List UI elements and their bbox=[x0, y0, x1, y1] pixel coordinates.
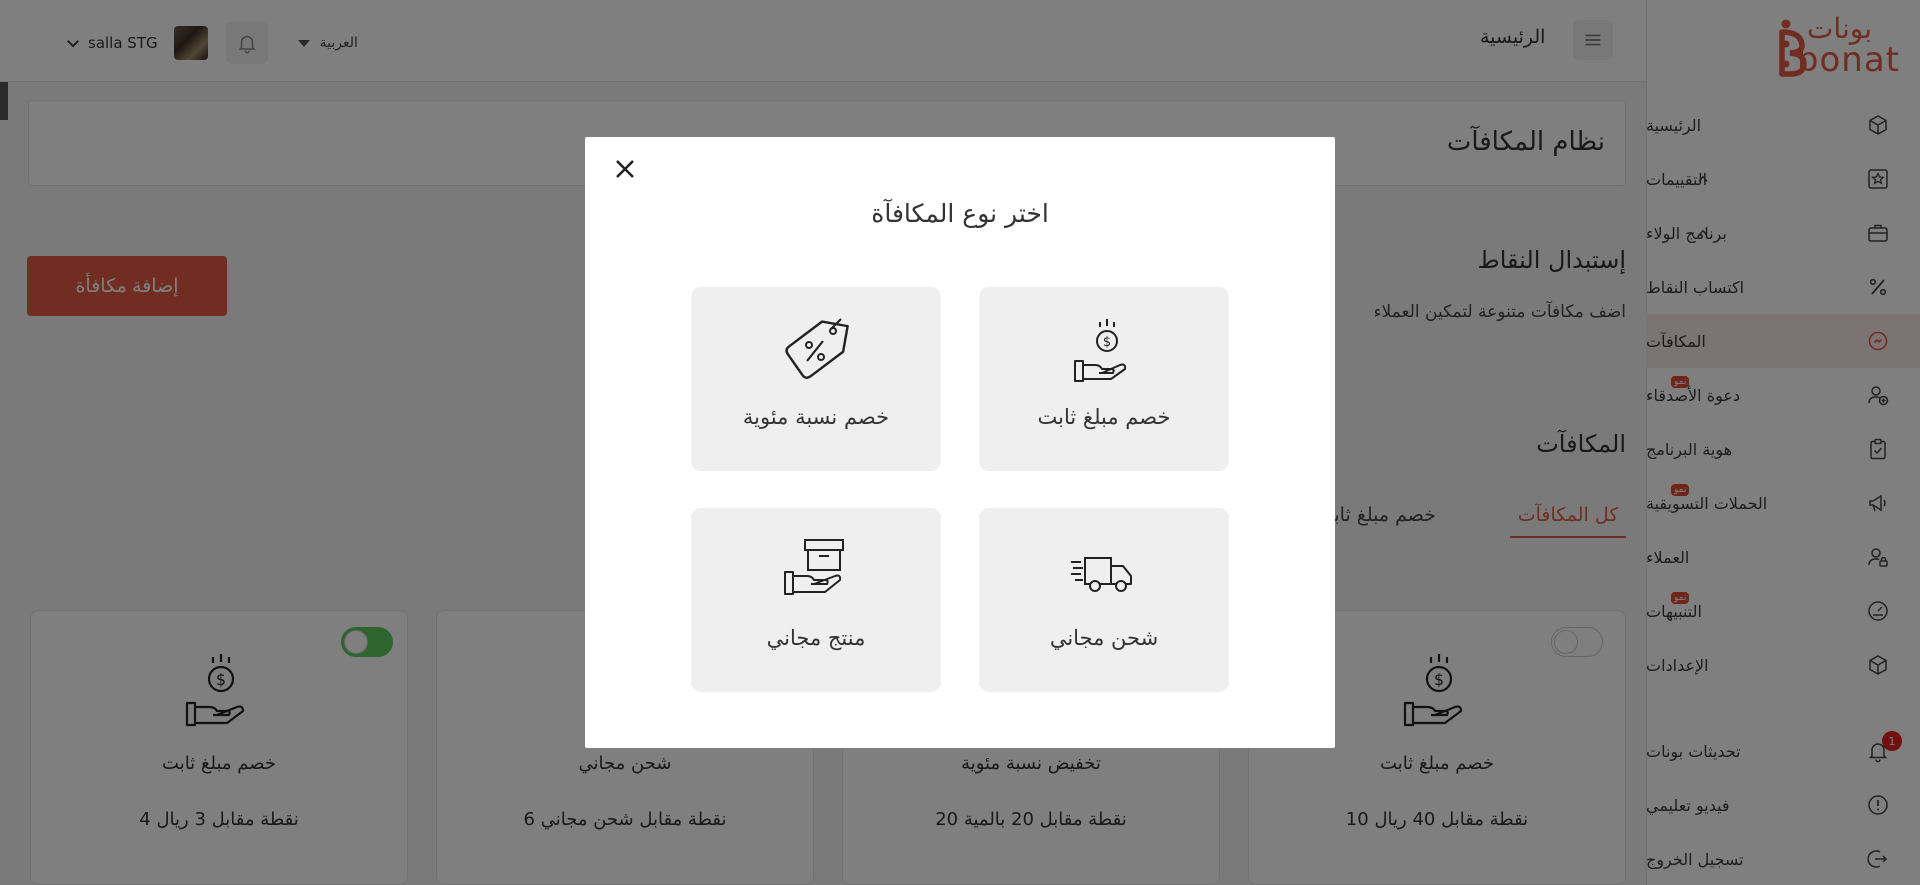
option-label: خصم مبلغ ثابت bbox=[1037, 405, 1171, 429]
close-icon bbox=[616, 160, 634, 178]
close-button[interactable] bbox=[609, 153, 641, 185]
option-free-product[interactable]: منتج مجاني bbox=[691, 508, 941, 692]
money-hand-icon: $ bbox=[1074, 319, 1127, 382]
modal-title: اختر نوع المكافآة bbox=[871, 199, 1049, 228]
delivery-truck-icon bbox=[1071, 557, 1132, 592]
reward-type-modal: اختر نوع المكافآة $ خصم مبلغ ثابت خصم نس… bbox=[585, 137, 1335, 748]
option-label: خصم نسبة مئوية bbox=[742, 405, 890, 429]
box-hand-icon bbox=[784, 539, 844, 595]
option-fixed-discount[interactable]: $ خصم مبلغ ثابت bbox=[979, 287, 1229, 471]
option-percentage-discount[interactable]: خصم نسبة مئوية bbox=[691, 287, 941, 471]
percent-tag-icon bbox=[785, 318, 849, 379]
option-label: منتج مجاني bbox=[766, 626, 866, 650]
svg-text:$: $ bbox=[1103, 335, 1111, 350]
option-label: شحن مجاني bbox=[1049, 626, 1159, 650]
option-free-shipping[interactable]: شحن مجاني bbox=[979, 508, 1229, 692]
